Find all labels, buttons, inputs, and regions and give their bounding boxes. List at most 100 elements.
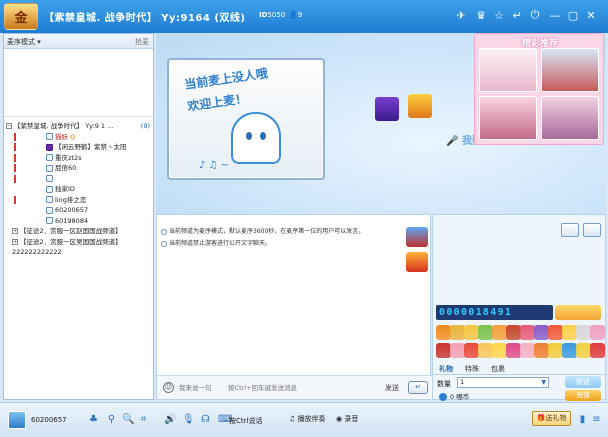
grab-mic-button[interactable]: 抢麦 [135,37,149,47]
tab-special[interactable]: 特殊 [465,364,479,374]
record-button[interactable]: ◉ 录音 [336,414,358,424]
collapse-icon[interactable]: − [6,123,12,129]
back-icon[interactable]: ↵ [510,7,524,23]
mic-status-marker [14,153,16,162]
close-icon[interactable]: ✕ [584,7,598,23]
gift-item[interactable] [590,343,605,358]
search-icon[interactable]: 🔍 [122,413,134,426]
microphone-icon[interactable]: 🎙 [182,413,195,426]
gift-item[interactable] [548,325,563,340]
flight-icon[interactable]: ✈ [454,7,468,23]
gift-item[interactable] [436,325,451,340]
gift-item[interactable] [450,343,465,358]
give-gift-button[interactable]: 赠送 [565,376,601,388]
gift-item[interactable] [492,343,507,358]
speaker-icon[interactable]: 🔊 [164,413,176,426]
layout-toggle-icon[interactable] [561,223,579,237]
grab-icon[interactable]: ⌗ [138,413,149,426]
gift-item[interactable] [520,325,535,340]
friends-icon[interactable]: ♣ [88,413,99,426]
location-icon[interactable]: ⚲ [106,413,117,426]
gift-item[interactable] [492,325,507,340]
recommend-photo-4[interactable] [541,96,599,140]
sub-channel[interactable]: + 【征途2．赏服一区吴国国战频道】 [4,237,153,248]
shirt-icon[interactable]: ♛ [474,7,488,23]
user-row[interactable]: 【闲云野鹤】紫禁丶太阳 [4,142,153,153]
gift-item[interactable] [576,325,591,340]
tab-gift[interactable]: 礼物 [439,364,453,374]
minimize-icon[interactable]: — [548,7,562,23]
gift-item[interactable] [464,325,479,340]
expand-icon[interactable]: + [12,238,18,245]
user-icon [46,185,53,193]
gift-item[interactable] [506,343,521,358]
gift-item[interactable] [590,325,605,340]
menu-icon[interactable]: ≡ [591,413,602,426]
user-icon [46,154,53,161]
user-row[interactable]: ling排之恋 [4,195,153,206]
gift-item[interactable] [478,343,493,358]
gift-item[interactable] [520,343,535,358]
queue-mode-dropdown[interactable]: 麦序模式 ▾ [7,37,41,47]
tree-item-label: 【征途2．赏服一区吴国国战频道】 [20,237,122,246]
user-row[interactable]: 重庆zt2s [4,153,153,164]
quantity-select[interactable]: 1 ▼ [457,377,549,388]
send-label[interactable]: 发送 [385,383,399,393]
tab-package[interactable]: 包裹 [491,364,505,374]
gift-item[interactable] [548,343,563,358]
app-phone-icon[interactable] [375,97,399,121]
mic-queue-list[interactable] [4,49,153,117]
tree-item-label: 独家ID [55,185,75,193]
sub-channel[interactable]: 222222222222 [4,247,153,258]
record-label: 录音 [344,415,359,423]
gift-item[interactable] [534,325,549,340]
ad-shop-icon[interactable] [406,252,428,272]
play-accompaniment-button[interactable]: ♫ 播放伴奏 [289,414,326,424]
gift-item[interactable] [562,343,577,358]
mic-status-marker [14,143,16,151]
ad-car-icon[interactable] [406,227,428,247]
gift-item[interactable] [576,343,591,358]
gift-panel: 0000018491 礼物 特殊 包裹 数量 1 ▼ 赠送 0 嘟币 充值 [432,214,607,401]
gift-item[interactable] [436,343,451,358]
user-row[interactable]: 屁倌60 [4,163,153,174]
left-panel: 麦序模式 ▾ 抢麦 − 【紫禁皇城. 战争时代】 Yy:9 1 ... (9) 猫妖 Q… [3,33,154,400]
avatar[interactable] [8,411,26,429]
channel-root[interactable]: − 【紫禁皇城. 战争时代】 Yy:9 1 ... (9) [4,121,153,132]
send-gift-button[interactable]: 🎁送礼物 [532,411,571,426]
user-row[interactable]: 60198084 [4,216,153,227]
send-button[interactable]: ↵ [408,381,428,394]
banner-icon[interactable] [555,305,601,320]
gift-item[interactable] [478,325,493,340]
power-icon[interactable]: ⏻ [528,7,542,23]
fullscreen-icon[interactable] [583,223,601,237]
sub-channel[interactable]: + 【征途2．赏服一区赵国国战频道】 [4,226,153,237]
emoji-icon[interactable]: ☺ [163,382,174,393]
gift-item[interactable] [464,343,479,358]
gift-item[interactable] [534,343,549,358]
maximize-icon[interactable]: ▢ [566,7,580,23]
recommend-photo-1[interactable] [479,48,537,92]
app-game-icon[interactable] [408,94,432,118]
mic-status-marker [14,185,16,193]
user-row[interactable] [4,174,153,185]
expand-icon[interactable]: + [12,228,18,234]
music-notes-icon: ♪ ♫ ~ [199,160,230,171]
signal-icon[interactable]: ▮ [577,413,588,426]
gift-item[interactable] [506,325,521,340]
gift-item[interactable] [450,325,465,340]
user-row[interactable]: 猫妖 Q [4,132,153,143]
ctrl-talk-toggle[interactable]: 按Ctrl说话 [229,416,262,426]
recharge-button[interactable]: 充值 [565,390,601,401]
headset-icon[interactable]: ☊ [200,413,211,426]
star-icon[interactable]: ☆ [492,7,506,23]
keyboard-icon[interactable]: ⌨ [218,413,232,426]
recommend-photo-2[interactable] [541,48,599,92]
user-row[interactable]: 60200657 [4,205,153,216]
gift-item[interactable] [562,325,577,340]
channel-logo[interactable]: 金 [4,3,38,30]
recommend-photo-3[interactable] [479,96,537,140]
user-row[interactable]: 独家ID [4,184,153,195]
chat-input[interactable] [179,381,374,395]
channel-tree[interactable]: − 【紫禁皇城. 战争时代】 Yy:9 1 ... (9) 猫妖 Q 【闲云野鹤】紫禁丶太… [4,117,153,258]
